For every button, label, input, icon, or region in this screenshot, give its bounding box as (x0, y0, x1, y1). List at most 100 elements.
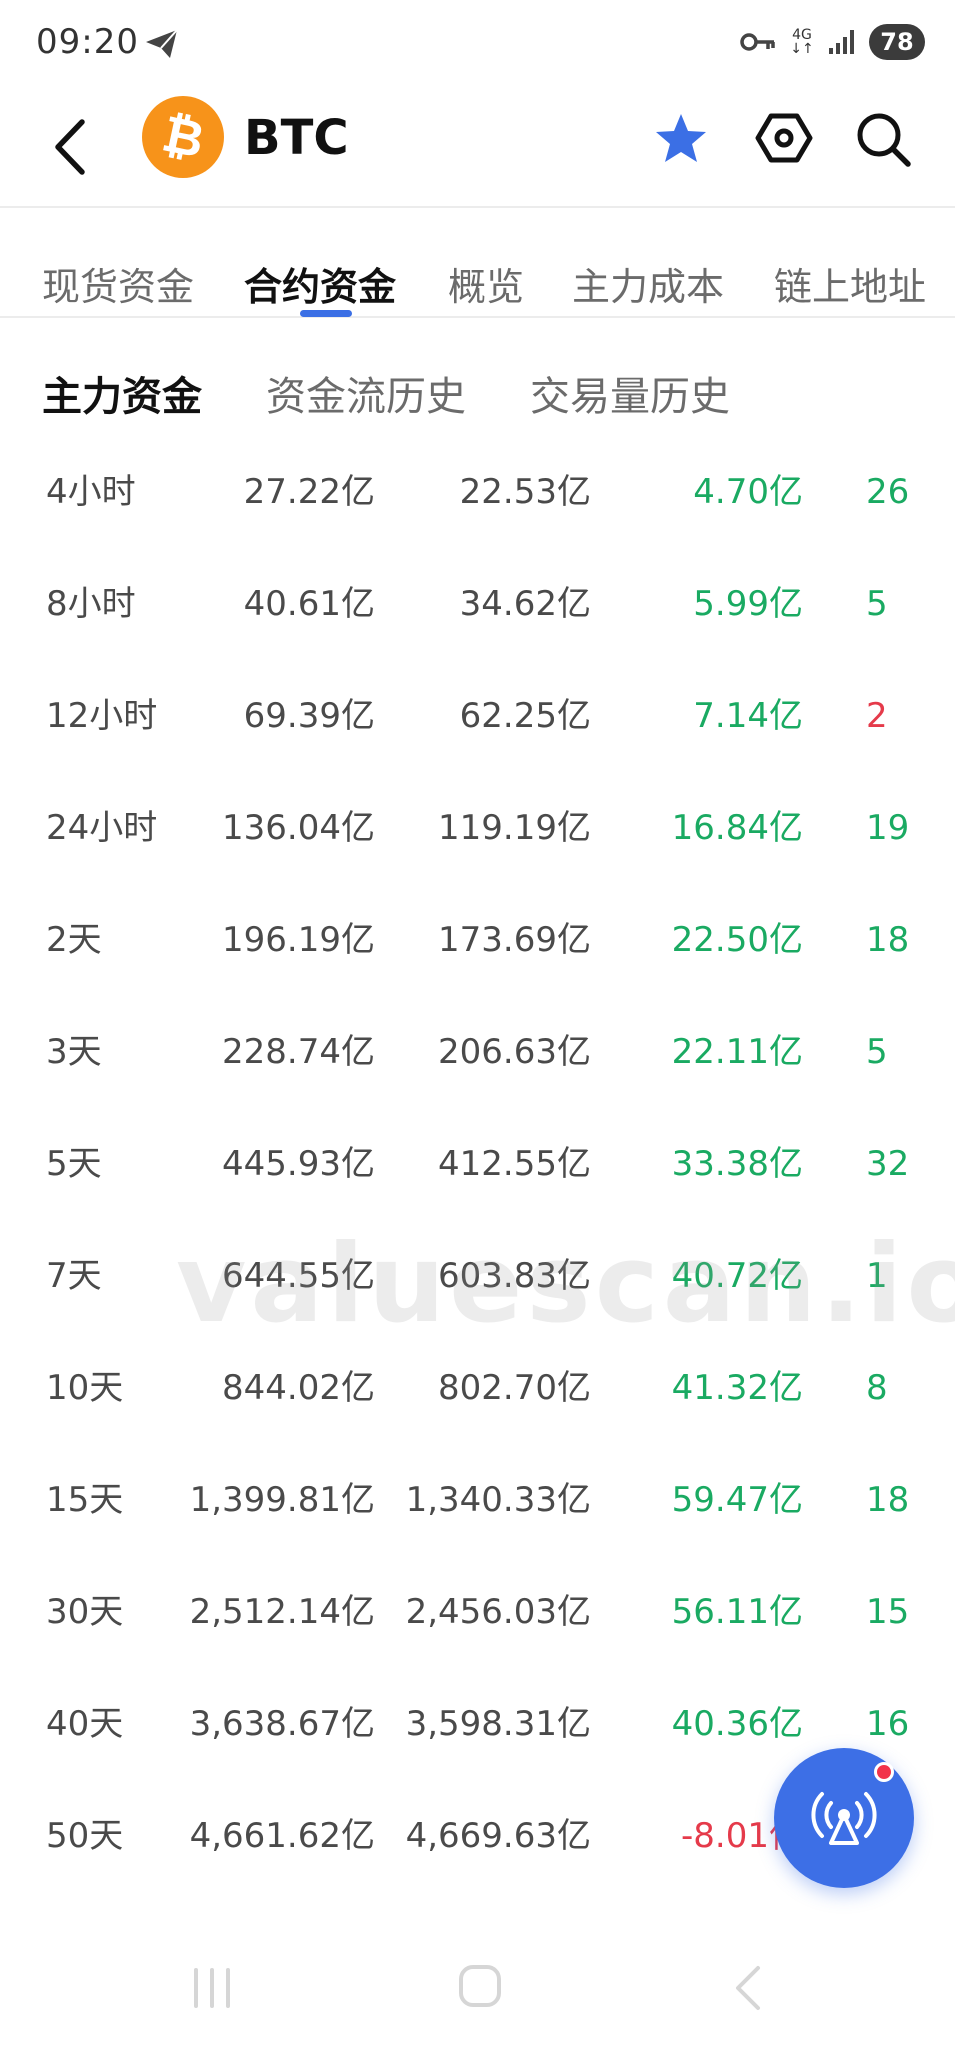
table-row[interactable]: 15天 1,399.81亿 1,340.33亿 59.47亿 186 (0, 1456, 955, 1568)
nav-back-icon[interactable] (728, 1962, 768, 2014)
table-row[interactable]: 10天 844.02亿 802.70亿 41.32亿 8 (0, 1344, 955, 1456)
active-tab-indicator (300, 310, 352, 317)
period-cell: 30天 (46, 1592, 124, 1632)
period-cell: 40天 (46, 1704, 124, 1744)
recents-icon[interactable] (190, 1966, 234, 2010)
table-row[interactable]: 7天 644.55亿 603.83亿 40.72亿 1 (0, 1232, 955, 1344)
inflow-cell: 69.39亿 (243, 696, 375, 736)
net-flow-cell: 16.84亿 (671, 808, 803, 848)
outflow-cell: 412.55亿 (438, 1144, 591, 1184)
inflow-cell: 844.02亿 (222, 1368, 375, 1408)
table-row[interactable]: 4小时 27.22亿 22.53亿 4.70亿 264 (0, 448, 955, 560)
inflow-cell: 1,399.81亿 (189, 1480, 375, 1520)
table-row[interactable]: 24小时 136.04亿 119.19亿 16.84亿 19 (0, 784, 955, 896)
notification-dot (874, 1762, 894, 1782)
extra-cell: 1 (866, 1256, 888, 1296)
extra-cell: 19 (866, 808, 910, 848)
inflow-cell: 196.19亿 (222, 920, 375, 960)
extra-cell: 264 (866, 472, 910, 512)
outflow-cell: 2,456.03亿 (405, 1592, 591, 1632)
header: ₿ BTC (0, 88, 955, 208)
extra-cell: 8 (866, 1368, 888, 1408)
period-cell: 7天 (46, 1256, 102, 1296)
tab-main-cost[interactable]: 主力成本 (572, 256, 724, 311)
funds-table: 4小时 27.22亿 22.53亿 4.70亿 264 8小时 40.61亿 34.62亿 5.… (0, 448, 955, 1904)
broadcast-button[interactable] (774, 1748, 914, 1888)
table-row[interactable]: 3天 228.74亿 206.63亿 22.11亿 5 (0, 1008, 955, 1120)
table-row[interactable]: 12小时 69.39亿 62.25亿 7.14亿 2 (0, 672, 955, 784)
period-cell: 2天 (46, 920, 102, 960)
page-title: BTC (244, 110, 349, 166)
period-cell: 15天 (46, 1480, 124, 1520)
table-row[interactable]: 2天 196.19亿 173.69亿 22.50亿 18 (0, 896, 955, 1008)
home-icon[interactable] (456, 1962, 504, 2010)
net-flow-cell: 56.11亿 (671, 1592, 803, 1632)
extra-cell: 320 (866, 1144, 910, 1184)
net-flow-cell: 33.38亿 (671, 1144, 803, 1184)
network-label: 4G (792, 27, 812, 43)
inflow-cell: 2,512.14亿 (189, 1592, 375, 1632)
extra-cell: 2 (866, 696, 888, 736)
inflow-cell: 136.04亿 (222, 808, 375, 848)
outflow-cell: 206.63亿 (438, 1032, 591, 1072)
net-flow-cell: 5.99亿 (693, 584, 803, 624)
inflow-cell: 445.93亿 (222, 1144, 375, 1184)
table-row[interactable]: 5天 445.93亿 412.55亿 33.38亿 320 (0, 1120, 955, 1232)
net-flow-cell: 4.70亿 (693, 472, 803, 512)
outflow-cell: 802.70亿 (438, 1368, 591, 1408)
star-icon[interactable] (652, 110, 710, 168)
subtab-flow-history[interactable]: 资金流历史 (266, 364, 466, 422)
extra-cell: 186 (866, 1480, 910, 1520)
period-cell: 5天 (46, 1144, 102, 1184)
extra-cell: 163 (866, 1704, 910, 1744)
outflow-cell: 4,669.63亿 (405, 1816, 591, 1856)
inflow-cell: 644.55亿 (222, 1256, 375, 1296)
outflow-cell: 173.69亿 (438, 920, 591, 960)
data-arrows-icon: ↓↑ (790, 41, 814, 57)
hexagon-settings-icon[interactable] (754, 108, 814, 168)
period-cell: 12小时 (46, 696, 158, 736)
subtab-main-funds[interactable]: 主力资金 (42, 364, 202, 422)
net-flow-cell: 7.14亿 (693, 696, 803, 736)
extra-cell: 5 (866, 1032, 888, 1072)
period-cell: 10天 (46, 1368, 124, 1408)
broadcast-icon (811, 1792, 877, 1845)
back-arrow-icon[interactable] (46, 110, 96, 184)
outflow-cell: 22.53亿 (459, 472, 591, 512)
system-nav-bar (0, 1938, 955, 2048)
send-icon (146, 29, 178, 58)
table-row[interactable]: 30天 2,512.14亿 2,456.03亿 56.11亿 158 (0, 1568, 955, 1680)
net-flow-cell: 22.11亿 (671, 1032, 803, 1072)
signal-icon (829, 30, 854, 54)
tab-onchain-address[interactable]: 链上地址 (774, 256, 926, 311)
extra-cell: 158 (866, 1592, 910, 1632)
bitcoin-icon: ₿ (157, 104, 209, 170)
subtab-volume-history[interactable]: 交易量历史 (530, 364, 730, 422)
search-icon[interactable] (852, 108, 914, 170)
outflow-cell: 3,598.31亿 (405, 1704, 591, 1744)
net-flow-cell: 59.47亿 (671, 1480, 803, 1520)
period-cell: 24小时 (46, 808, 158, 848)
btc-logo: ₿ (142, 96, 224, 178)
tab-spot-funds[interactable]: 现货资金 (42, 256, 194, 311)
table-row[interactable]: 8小时 40.61亿 34.62亿 5.99亿 5 (0, 560, 955, 672)
inflow-cell: 4,661.62亿 (189, 1816, 375, 1856)
outflow-cell: 603.83亿 (438, 1256, 591, 1296)
inflow-cell: 27.22亿 (243, 472, 375, 512)
extra-cell: 18 (866, 920, 910, 960)
period-cell: 8小时 (46, 584, 136, 624)
tab-overview[interactable]: 概览 (448, 256, 524, 311)
period-cell: 3天 (46, 1032, 102, 1072)
net-flow-cell: 22.50亿 (671, 920, 803, 960)
battery-indicator: 78 (869, 24, 925, 60)
outflow-cell: 119.19亿 (438, 808, 591, 848)
net-flow-cell: 40.72亿 (671, 1256, 803, 1296)
net-flow-cell: 41.32亿 (671, 1368, 803, 1408)
outflow-cell: 34.62亿 (459, 584, 591, 624)
tab-contract-funds[interactable]: 合约资金 (244, 256, 396, 311)
main-tabs: 现货资金 合约资金 概览 主力成本 链上地址 (0, 210, 955, 318)
inflow-cell: 3,638.67亿 (189, 1704, 375, 1744)
inflow-cell: 40.61亿 (243, 584, 375, 624)
net-flow-cell: 40.36亿 (671, 1704, 803, 1744)
status-bar: 09:20 4G ↓↑ 78 (0, 0, 955, 88)
